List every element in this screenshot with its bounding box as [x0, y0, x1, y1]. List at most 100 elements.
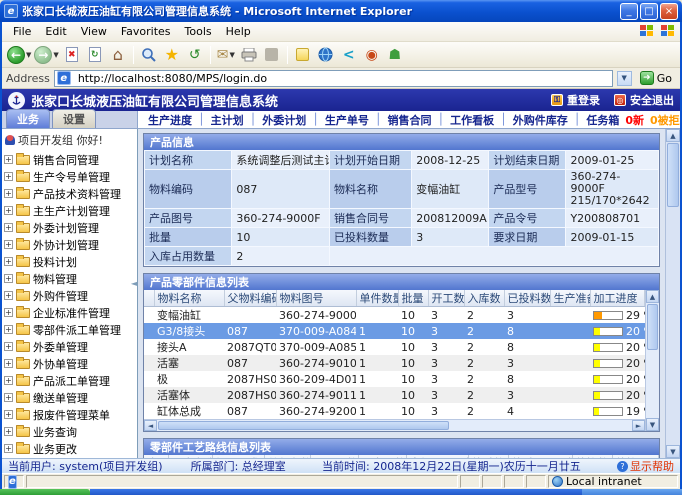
- start-button[interactable]: [0, 489, 90, 495]
- sidebar-item-feeding-plan[interactable]: +投料计划: [4, 253, 137, 270]
- parts-vertical-scrollbar[interactable]: ▲ ▼: [645, 290, 659, 431]
- scroll-up-icon[interactable]: ▲: [646, 290, 659, 303]
- expand-icon[interactable]: +: [4, 342, 13, 351]
- tab-settings[interactable]: 设置: [52, 109, 96, 128]
- windows-taskbar[interactable]: [0, 489, 682, 495]
- table-row-selected[interactable]: G3/8接头087370-009-A0840110328 20 %: [144, 323, 645, 339]
- col-header[interactable]: 开工数: [428, 290, 464, 307]
- sidebar-item-business-query[interactable]: +业务查询: [4, 423, 137, 440]
- mail-button[interactable]: ✉▼: [216, 44, 236, 66]
- messenger-icon[interactable]: <: [339, 44, 359, 66]
- expand-icon[interactable]: +: [4, 155, 13, 164]
- sidebar-item-business-change[interactable]: +业务更改: [4, 440, 137, 457]
- sidebar-item-master-plan[interactable]: +主生产计划管理: [4, 202, 137, 219]
- table-row[interactable]: 活塞体2087HS002360-274-9011W110323 20 %: [144, 387, 645, 403]
- back-button[interactable]: ←▼: [7, 44, 31, 66]
- sidebar-item-sales-contract[interactable]: +销售合同管理: [4, 151, 137, 168]
- edit-button[interactable]: [262, 44, 282, 66]
- sidebar-item-outsource-plan[interactable]: +外委计划管理: [4, 219, 137, 236]
- expand-icon[interactable]: +: [4, 291, 13, 300]
- expand-icon[interactable]: +: [4, 308, 13, 317]
- sidebar-item-coop-order[interactable]: +外协单管理: [4, 355, 137, 372]
- menu-help[interactable]: Help: [219, 23, 258, 40]
- table-row[interactable]: 极2087HS002360-209-4D010110328 20 %: [144, 371, 645, 387]
- menu-edit[interactable]: Edit: [38, 23, 73, 40]
- close-button[interactable]: ×: [660, 3, 678, 20]
- media-icon[interactable]: ◉: [362, 44, 382, 66]
- sidebar-item-product-dispatch[interactable]: +产品派工单管理: [4, 372, 137, 389]
- nav-production-order[interactable]: 生产单号: [325, 112, 369, 128]
- expand-icon[interactable]: +: [4, 393, 13, 402]
- scrollbar-thumb[interactable]: [667, 143, 679, 207]
- col-header[interactable]: 物料名称: [154, 290, 224, 307]
- sidebar-item-material-mgmt[interactable]: +物料管理: [4, 270, 137, 287]
- sidebar-collapse-handle[interactable]: ◄: [131, 279, 137, 288]
- col-header[interactable]: 批量: [398, 290, 428, 307]
- nav-outsourcing-plan[interactable]: 外委计划: [262, 112, 306, 128]
- expand-icon[interactable]: +: [4, 376, 13, 385]
- minimize-button[interactable]: _: [620, 3, 638, 20]
- main-vertical-scrollbar[interactable]: ▲ ▼: [665, 129, 680, 458]
- logout-button[interactable]: ◎ 安全退出: [614, 92, 674, 108]
- expand-icon[interactable]: +: [4, 274, 13, 283]
- menu-view[interactable]: View: [74, 23, 114, 40]
- refresh-button[interactable]: ↻: [85, 44, 105, 66]
- col-header[interactable]: 序号: [144, 455, 168, 458]
- address-input[interactable]: e http://localhost:8080/MPS/login.do: [54, 70, 613, 87]
- home-button[interactable]: ⌂: [108, 44, 128, 66]
- col-header[interactable]: 加工要求: [212, 455, 264, 458]
- col-header[interactable]: 外委数: [468, 455, 508, 458]
- nav-work-board[interactable]: 工作看板: [450, 112, 494, 128]
- expand-icon[interactable]: +: [4, 427, 13, 436]
- expand-icon[interactable]: +: [4, 172, 13, 181]
- print-button[interactable]: [239, 44, 259, 66]
- menu-file[interactable]: File: [6, 23, 38, 40]
- col-header[interactable]: 入库数: [464, 290, 504, 307]
- sidebar-item-task-box[interactable]: +任务箱: [4, 457, 137, 458]
- favorites-button[interactable]: ★: [162, 44, 182, 66]
- col-header[interactable]: 总任务数: [264, 455, 310, 458]
- expand-icon[interactable]: +: [4, 206, 13, 215]
- col-header[interactable]: 加工进度: [590, 290, 645, 307]
- sidebar-item-purchased-mgmt[interactable]: +外购件管理: [4, 287, 137, 304]
- col-header[interactable]: 父物料编码: [224, 290, 276, 307]
- go-button[interactable]: ➜ Go: [636, 69, 676, 87]
- col-header[interactable]: 外委已开工数: [508, 455, 572, 458]
- nav-sales-contract[interactable]: 销售合同: [388, 112, 432, 128]
- col-header[interactable]: 单件数量: [356, 290, 398, 307]
- sidebar-item-outsource-order[interactable]: +外委单管理: [4, 338, 137, 355]
- stop-button[interactable]: ✖: [62, 44, 82, 66]
- expand-icon[interactable]: +: [4, 444, 13, 453]
- expand-icon[interactable]: +: [4, 325, 13, 334]
- col-header[interactable]: 物料图号: [276, 290, 356, 307]
- sidebar-item-coop-plan[interactable]: +外协计划管理: [4, 236, 137, 253]
- discuss-button[interactable]: [293, 44, 313, 66]
- col-header[interactable]: 外协: [612, 455, 659, 458]
- address-dropdown-button[interactable]: ▼: [617, 71, 632, 86]
- scroll-left-icon[interactable]: ◄: [144, 420, 157, 431]
- col-header[interactable]: 自加工开工数: [406, 455, 468, 458]
- nav-production-progress[interactable]: 生产进度: [148, 112, 192, 128]
- table-row[interactable]: 接头A2087QT002370-009-A0850110328 20 %: [144, 339, 645, 355]
- expand-icon[interactable]: +: [4, 223, 13, 232]
- sidebar-item-standard-parts[interactable]: +企业标准件管理: [4, 304, 137, 321]
- scroll-right-icon[interactable]: ►: [632, 420, 645, 431]
- expand-icon[interactable]: +: [4, 189, 13, 198]
- relogin-button[interactable]: ⚿ 重登录: [551, 92, 600, 108]
- table-row[interactable]: 活塞087360-274-9010F110323 20 %: [144, 355, 645, 371]
- nav-task-box[interactable]: 任务箱: [586, 112, 619, 128]
- search-icon[interactable]: [139, 44, 159, 66]
- menu-favorites[interactable]: Favorites: [114, 23, 178, 40]
- expand-icon[interactable]: +: [4, 359, 13, 368]
- expand-icon[interactable]: +: [4, 410, 13, 419]
- expand-icon[interactable]: +: [4, 257, 13, 266]
- nav-master-plan[interactable]: 主计划: [211, 112, 244, 128]
- sidebar-item-scrap-menu[interactable]: +报废件管理菜单: [4, 406, 137, 423]
- menu-tools[interactable]: Tools: [178, 23, 219, 40]
- nav-purchased-stock[interactable]: 外购件库存: [513, 112, 568, 128]
- maximize-button[interactable]: □: [640, 3, 658, 20]
- sidebar-item-tech-data[interactable]: +产品技术资料管理: [4, 185, 137, 202]
- show-help-link[interactable]: ? 显示帮助: [617, 458, 674, 473]
- col-header[interactable]: 生产准备: [550, 290, 590, 307]
- col-header[interactable]: 可派工数: [310, 455, 358, 458]
